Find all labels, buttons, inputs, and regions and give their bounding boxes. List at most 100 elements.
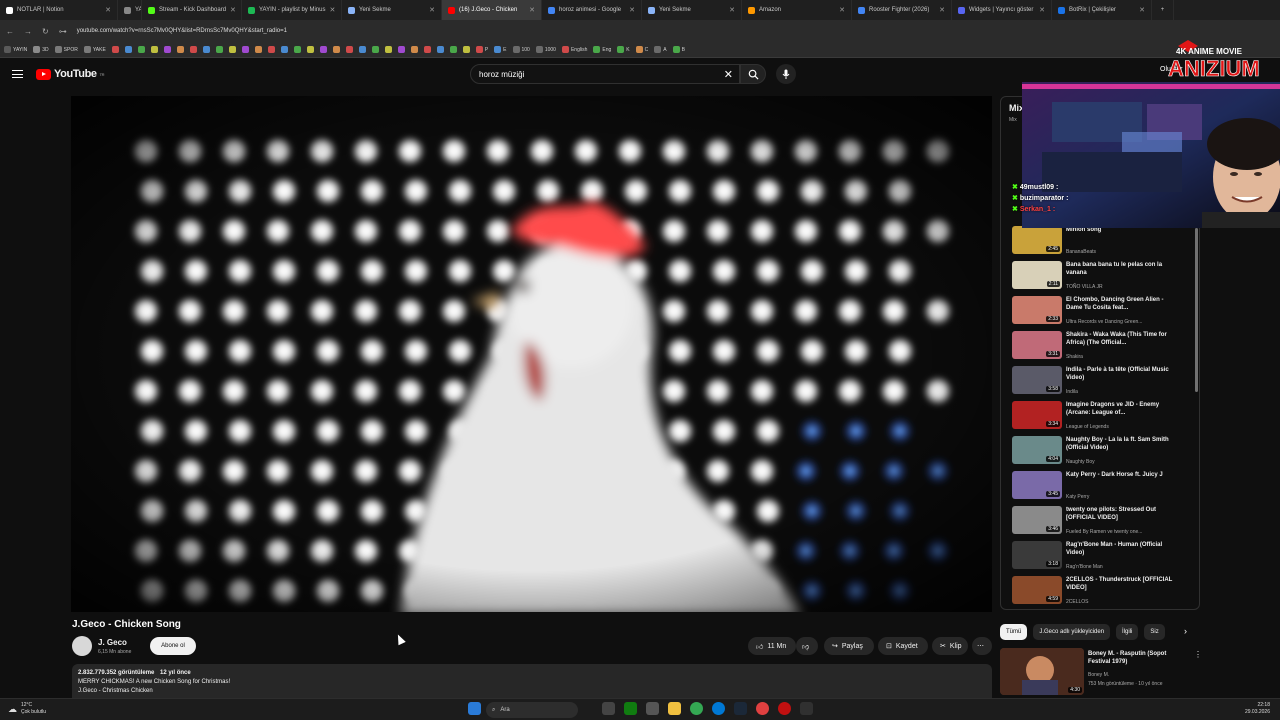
obs-icon[interactable] — [800, 702, 813, 715]
playlist-item[interactable]: 2:11 Bana bana bana tu le pelas con la va… — [1012, 261, 1192, 294]
bookmark-favicon-icon[interactable] — [189, 46, 197, 53]
bookmark-favicon-icon[interactable] — [293, 46, 301, 53]
bookmark-favicon-icon[interactable] — [332, 46, 340, 53]
recommendation-menu-icon[interactable]: ⋮ — [1194, 650, 1202, 659]
bookmark-favicon-icon[interactable] — [124, 46, 132, 53]
close-tab-icon[interactable]: ✕ — [839, 6, 845, 14]
taskbar-clock[interactable]: 22:18 29.03.2026 — [1245, 702, 1270, 716]
close-tab-icon[interactable]: ✕ — [1139, 6, 1145, 14]
playlist-item[interactable]: 2:45 Minion song BananaBeats — [1012, 226, 1192, 259]
playlist-title[interactable]: Rag'n'Bone Man - Human (Official Video) — [1066, 541, 1174, 557]
recommendation-channel[interactable]: Boney M. — [1088, 672, 1109, 678]
subscribe-button[interactable]: Abone ol — [150, 637, 196, 655]
bookmark-favicon-icon[interactable] — [319, 46, 327, 53]
new-tab-icon[interactable]: + — [1152, 0, 1174, 20]
playlist-thumbnail[interactable]: 3:31 — [1012, 331, 1062, 359]
close-tab-icon[interactable]: ✕ — [329, 6, 335, 14]
bookmark-item[interactable]: E — [494, 46, 507, 53]
bookmark-item[interactable]: 3D — [33, 46, 49, 53]
playlist-item[interactable]: 3:45 Katy Perry - Dark Horse ft. Juicy J K… — [1012, 471, 1192, 504]
bookmark-item[interactable]: A — [654, 46, 667, 53]
opera-icon[interactable] — [778, 702, 791, 715]
reload-icon[interactable]: ↻ — [42, 27, 49, 36]
bookmark-favicon-icon[interactable] — [228, 46, 236, 53]
playlist-thumbnail[interactable]: 4:04 — [1012, 436, 1062, 464]
playlist-thumbnail[interactable]: 3:18 — [1012, 541, 1062, 569]
close-tab-icon[interactable]: ✕ — [230, 6, 236, 14]
filter-chip[interactable]: Siz — [1144, 624, 1165, 640]
playlist-item[interactable]: 4:59 2CELLOS - Thunderstruck [OFFICIAL VI… — [1012, 576, 1192, 609]
save-button[interactable]: ⊡ Kaydet — [878, 637, 928, 655]
browser-tab[interactable]: Amazon ✕ — [742, 0, 852, 20]
steam-icon[interactable] — [734, 702, 747, 715]
close-tab-icon[interactable]: ✕ — [939, 6, 945, 14]
dislike-button[interactable]: 👎︎ — [796, 637, 818, 655]
playlist-item[interactable]: 3:31 Shakira - Waka Waka (This Time for A… — [1012, 331, 1192, 364]
playlist-title[interactable]: El Chombo, Dancing Green Alien - Dame Tu… — [1066, 296, 1174, 312]
playlist-scrollbar[interactable] — [1195, 228, 1198, 392]
bookmark-favicon-icon[interactable] — [306, 46, 314, 53]
bookmark-item[interactable]: YAKE — [83, 46, 106, 53]
task-view-icon[interactable] — [602, 702, 615, 715]
playlist-thumbnail[interactable]: 3:34 — [1012, 401, 1062, 429]
chrome-icon[interactable] — [690, 702, 703, 715]
browser-tab[interactable]: Yeni Sekme ✕ — [342, 0, 442, 20]
filter-chip[interactable]: İlgili — [1116, 624, 1139, 640]
playlist-title[interactable]: Indila - Parle à ta tête (Official Music… — [1066, 366, 1174, 382]
browser-tab[interactable]: YAYIN - playlist by Minus ✕ — [242, 0, 342, 20]
bookmark-item[interactable]: P — [475, 46, 488, 53]
search-input[interactable]: horoz müziği ✕ — [470, 64, 740, 84]
browser-tab[interactable]: NOTLAR | Notion ✕ — [0, 0, 118, 20]
app-icon[interactable] — [756, 702, 769, 715]
bookmark-item[interactable]: K — [617, 46, 630, 53]
close-tab-icon[interactable]: ✕ — [1039, 6, 1045, 14]
playlist-thumbnail[interactable]: 2:45 — [1012, 226, 1062, 254]
weather-widget[interactable]: ☁ 12°C Çok bulutlu — [8, 702, 46, 716]
playlist-thumbnail[interactable]: 2:33 — [1012, 296, 1062, 324]
more-actions-button[interactable]: ⋯ — [972, 637, 992, 655]
browser-tab[interactable]: BotRix | Çekilişler ✕ — [1052, 0, 1152, 20]
recommendation-title[interactable]: Boney M. - Rasputin (Sopot Festival 1979… — [1088, 650, 1188, 666]
browser-tab[interactable]: YAYIN — [118, 0, 142, 20]
clear-search-icon[interactable]: ✕ — [724, 68, 733, 81]
bookmark-favicon-icon[interactable] — [436, 46, 444, 53]
bookmark-favicon-icon[interactable] — [150, 46, 158, 53]
playlist-title[interactable]: Bana bana bana tu le pelas con la vanana — [1066, 261, 1174, 277]
playlist-title[interactable]: twenty one pilots: Stressed Out [OFFICIA… — [1066, 506, 1174, 522]
bookmark-favicon-icon[interactable] — [384, 46, 392, 53]
bookmark-favicon-icon[interactable] — [163, 46, 171, 53]
bookmark-favicon-icon[interactable] — [371, 46, 379, 53]
bookmark-favicon-icon[interactable] — [215, 46, 223, 53]
channel-name[interactable]: J. Geco — [98, 638, 127, 647]
recommendation-thumbnail[interactable]: 4:30 — [1000, 648, 1084, 695]
filter-chip[interactable]: Tümü — [1000, 624, 1028, 640]
share-button[interactable]: ↪ Paylaş — [824, 637, 874, 655]
browser-tab[interactable]: Widgets | Yayıncı göster ✕ — [952, 0, 1052, 20]
playlist-title[interactable]: 2CELLOS - Thunderstruck [OFFICIAL VIDEO] — [1066, 576, 1174, 592]
playlist-item[interactable]: 3:18 Rag'n'Bone Man - Human (Official Vid… — [1012, 541, 1192, 574]
bookmark-favicon-icon[interactable] — [449, 46, 457, 53]
file-explorer-icon[interactable] — [668, 702, 681, 715]
settings-icon[interactable] — [646, 702, 659, 715]
playlist-title[interactable]: Imagine Dragons ve JID - Enemy (Arcane: … — [1066, 401, 1174, 417]
browser-tab[interactable]: Rooster Fighter (2026) ✕ — [852, 0, 952, 20]
bookmark-item[interactable]: B — [672, 46, 685, 53]
bookmark-favicon-icon[interactable] — [397, 46, 405, 53]
bookmark-favicon-icon[interactable] — [358, 46, 366, 53]
bookmark-item[interactable]: SPOR — [54, 46, 78, 53]
url-field[interactable]: youtube.com/watch?v=rnsSc7Mv0QHY&list=RD… — [77, 28, 287, 34]
bookmark-favicon-icon[interactable] — [111, 46, 119, 53]
youtube-logo[interactable]: YouTube TR — [36, 68, 105, 80]
browser-tab[interactable]: (16) J.Geco - Chicken ✕ — [442, 0, 542, 20]
close-tab-icon[interactable]: ✕ — [629, 6, 635, 14]
bookmark-item[interactable]: English — [561, 46, 587, 53]
chips-next-icon[interactable]: › — [1184, 626, 1187, 636]
playlist-thumbnail[interactable]: 3:46 — [1012, 506, 1062, 534]
bookmark-favicon-icon[interactable] — [410, 46, 418, 53]
bookmark-favicon-icon[interactable] — [280, 46, 288, 53]
playlist-title[interactable]: Shakira - Waka Waka (This Time for Afric… — [1066, 331, 1174, 347]
playlist-item[interactable]: 3:46 twenty one pilots: Stressed Out [OFF… — [1012, 506, 1192, 539]
search-button[interactable] — [740, 64, 766, 84]
forward-icon[interactable]: → — [24, 27, 32, 36]
close-tab-icon[interactable]: ✕ — [529, 6, 535, 14]
